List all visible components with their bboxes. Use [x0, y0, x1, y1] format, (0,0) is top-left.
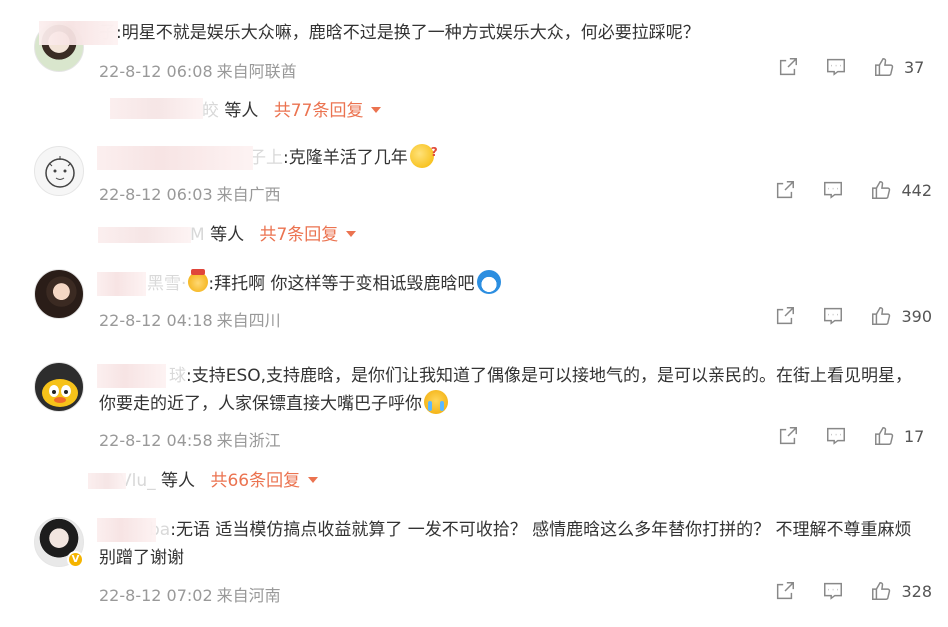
comment-actions: 390	[749, 304, 932, 328]
comment-meta: 22-8-12 06:08 来自阿联酋	[99, 58, 297, 82]
reply-suffix: 等人	[224, 101, 259, 121]
comment-meta: 22-8-12 04:18 来自四川	[99, 307, 281, 331]
share-icon[interactable]	[776, 55, 800, 79]
reply-username[interactable]: Vlu_	[88, 471, 156, 491]
comment-icon[interactable]	[821, 304, 845, 328]
cartoon-face-icon	[45, 156, 75, 188]
comment-meta: 22-8-12 04:58 来自浙江	[99, 427, 281, 451]
reply-count-link[interactable]: 共66条回复	[210, 471, 300, 491]
comment-item: 子:明星不就是娱乐大众嘛，鹿晗不过是换了一种方式娱乐大众，何必要拉踩呢？ 22-…	[0, 0, 948, 130]
reply-summary[interactable]: M 等人 共7条回复	[98, 220, 357, 245]
comment-icon[interactable]	[821, 178, 845, 202]
comment-text: :克隆羊活了几年	[283, 148, 408, 168]
comment-text-line: ba:无语 适当模仿搞点收益就算了 一发不可收拾？ 感情鹿晗这么多年替你打拼的？…	[97, 516, 919, 572]
reply-count-link[interactable]: 共77条回复	[274, 101, 364, 121]
comment-location: 来自阿联酋	[216, 62, 297, 81]
username-link[interactable]: 子上	[97, 144, 283, 172]
comment-icon[interactable]	[821, 579, 845, 603]
crown-emoji	[188, 269, 209, 292]
doraemon-emoji	[476, 270, 501, 294]
comment-item: V ba:无语 适当模仿搞点收益就算了 一发不可收拾？ 感情鹿晗这么多年替你打拼…	[0, 505, 948, 627]
thumbs-up-icon[interactable]	[869, 304, 893, 328]
comment-location: 来自河南	[216, 586, 281, 605]
username-link[interactable]: 子	[39, 19, 118, 47]
share-icon[interactable]	[773, 304, 797, 328]
reply-username[interactable]: M	[98, 225, 205, 245]
reply-count-link[interactable]: 共7条回复	[259, 225, 338, 245]
username-link[interactable]: 黑雪·	[97, 270, 186, 298]
comment-actions: 37	[752, 55, 932, 79]
comment-time: 22-8-12 06:08	[99, 62, 213, 81]
comment-actions: 328	[749, 579, 932, 603]
thumbs-up-icon[interactable]	[872, 55, 896, 79]
think-emoji	[409, 138, 438, 168]
comment-location: 来自浙江	[216, 431, 281, 450]
username-link[interactable]: 球	[97, 362, 186, 390]
comment-text: :明星不就是娱乐大众嘛，鹿晗不过是换了一种方式娱乐大众，何必要拉踩呢？	[116, 23, 700, 43]
reply-suffix: 等人	[161, 471, 196, 491]
cartoon-bird-icon	[42, 379, 78, 407]
comment-text-line: 子上:克隆羊活了几年	[97, 138, 438, 172]
reply-username[interactable]: 皎	[110, 96, 219, 121]
like-count: 442	[901, 180, 932, 200]
chevron-down-icon[interactable]	[371, 107, 382, 113]
comment-item: 球:支持ESO,支持鹿晗，是你们让我知道了偶像是可以接地气的，是可以亲民的。在街…	[0, 350, 948, 500]
like-count: 17	[904, 426, 925, 446]
thumbs-up-icon[interactable]	[869, 178, 893, 202]
like-count: 37	[904, 57, 925, 77]
comment-time: 22-8-12 06:03	[99, 185, 213, 204]
comment-meta: 22-8-12 06:03 来自广西	[99, 181, 281, 205]
comment-icon[interactable]	[824, 55, 848, 79]
thumbs-up-icon[interactable]	[869, 579, 893, 603]
comment-icon[interactable]	[824, 424, 848, 448]
like-count: 390	[901, 306, 932, 326]
comment-actions: 17	[752, 424, 932, 448]
reply-suffix: 等人	[210, 225, 245, 245]
chevron-down-icon[interactable]	[346, 231, 357, 237]
comment-location: 来自四川	[216, 311, 281, 330]
comment-actions: 442	[749, 178, 932, 202]
comment-time: 22-8-12 04:18	[99, 311, 213, 330]
verified-badge-icon: V	[67, 551, 84, 568]
thumbs-up-icon[interactable]	[872, 424, 896, 448]
cry-emoji	[424, 390, 448, 414]
comment-text-line: 球:支持ESO,支持鹿晗，是你们让我知道了偶像是可以接地气的，是可以亲民的。在街…	[97, 362, 919, 418]
comment-item: 子上:克隆羊活了几年 22-8-12 06:03来自广西 442 M 等人 共7…	[0, 130, 948, 250]
reply-summary[interactable]: Vlu_ 等人 共66条回复	[88, 466, 319, 491]
avatar[interactable]	[34, 269, 84, 319]
username-link[interactable]: ba	[97, 516, 170, 544]
comment-text-line: 黑雪· :拜托啊 你这样等于变相诋毁鹿晗吧	[97, 269, 501, 298]
reply-summary[interactable]: 皎 等人 共77条回复	[110, 96, 382, 121]
comment-time: 22-8-12 07:02	[99, 586, 213, 605]
comment-text: :支持ESO,支持鹿晗，是你们让我知道了偶像是可以接地气的，是可以亲民的。在街上…	[99, 366, 913, 414]
avatar[interactable]	[34, 362, 84, 412]
chevron-down-icon[interactable]	[308, 477, 319, 483]
comment-text: :无语 适当模仿搞点收益就算了 一发不可收拾？ 感情鹿晗这么多年替你打拼的？ 不…	[99, 520, 912, 568]
comment-text-line: 子:明星不就是娱乐大众嘛，鹿晗不过是换了一种方式娱乐大众，何必要拉踩呢？	[39, 19, 700, 47]
avatar[interactable]	[34, 146, 84, 196]
share-icon[interactable]	[773, 579, 797, 603]
comment-text: :拜托啊 你这样等于变相诋毁鹿晗吧	[208, 274, 475, 294]
like-count: 328	[901, 581, 932, 601]
comment-item: 黑雪· :拜托啊 你这样等于变相诋毁鹿晗吧 22-8-12 04:18 来自四川 3…	[0, 260, 948, 350]
comment-meta: 22-8-12 07:02 来自河南	[99, 582, 281, 606]
share-icon[interactable]	[773, 178, 797, 202]
comment-location: 来自广西	[216, 185, 281, 204]
share-icon[interactable]	[776, 424, 800, 448]
comment-time: 22-8-12 04:58	[99, 431, 213, 450]
